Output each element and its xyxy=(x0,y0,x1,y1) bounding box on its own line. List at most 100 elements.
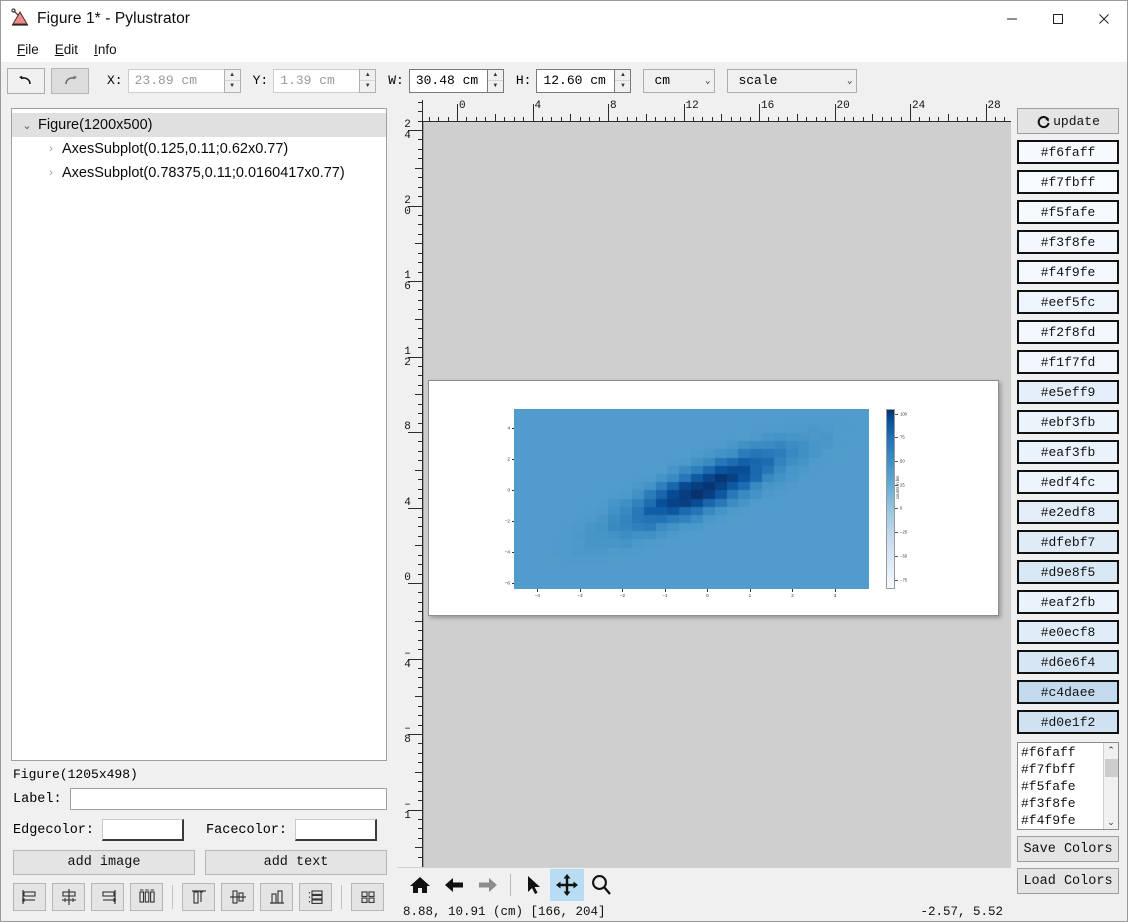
color-swatch-11[interactable]: #edf4fc xyxy=(1017,470,1119,494)
home-button[interactable] xyxy=(403,869,437,901)
grid-arrange-icon[interactable] xyxy=(351,883,384,911)
add-text-button[interactable]: add text xyxy=(205,850,387,875)
color-swatch-9[interactable]: #ebf3fb xyxy=(1017,410,1119,434)
color-swatch-6[interactable]: #f2f8fd xyxy=(1017,320,1119,344)
unit-select[interactable]: cm ⌄ xyxy=(643,68,716,93)
color-swatch-3[interactable]: #f3f8fe xyxy=(1017,230,1119,254)
toolbar-divider xyxy=(172,885,173,909)
y-spinbox[interactable]: 1.39 cm ▲ ▼ xyxy=(273,68,377,93)
y-spin-down[interactable]: ▼ xyxy=(360,81,375,92)
update-button[interactable]: update xyxy=(1017,108,1119,134)
color-swatch-14[interactable]: #d9e8f5 xyxy=(1017,560,1119,584)
matplotlib-figure[interactable]: −4 −3 −2 −1 0 1 2 3 4 2 0 −2 −4 −6 100 75 50 25 0 −25 −50 −7… xyxy=(428,380,999,616)
tree-item-axessubplot-2[interactable]: › AxesSubplot(0.78375,0.11;0.0160417x0.7… xyxy=(12,161,386,185)
zoom-button[interactable] xyxy=(584,869,618,901)
color-swatch-5[interactable]: #eef5fc xyxy=(1017,290,1119,314)
color-swatch-13[interactable]: #dfebf7 xyxy=(1017,530,1119,554)
distribute-horizontal-icon[interactable] xyxy=(130,883,163,911)
redo-button[interactable] xyxy=(51,67,89,94)
distribute-vertical-icon[interactable] xyxy=(299,883,332,911)
chevron-right-icon[interactable]: › xyxy=(40,167,62,179)
scroll-down-icon[interactable]: ⌄ xyxy=(1107,815,1115,829)
ruler-minor-tick xyxy=(415,469,423,471)
save-colors-button[interactable]: Save Colors xyxy=(1017,836,1119,862)
vertical-ruler[interactable]: 2 4 2 0 1 6 1 2 8 4 0–4–8–1 xyxy=(397,100,423,867)
x-spin-up[interactable]: ▲ xyxy=(224,70,240,81)
x-spinbox[interactable]: 23.89 cm ▲ ▼ xyxy=(127,68,241,93)
scrollbar-thumb[interactable] xyxy=(1104,759,1118,777)
back-button[interactable] xyxy=(437,869,471,901)
label-input[interactable] xyxy=(69,788,387,810)
select-button[interactable] xyxy=(516,869,550,901)
color-swatch-0[interactable]: #f6faff xyxy=(1017,140,1119,164)
saved-colors-list[interactable]: #f6faff #f7fbff #f5fafe #f3f8fe #f4f9fe ⌃ ⌄ xyxy=(1017,742,1119,830)
y-spin-buttons[interactable]: ▲ ▼ xyxy=(359,68,377,93)
w-spinbox[interactable]: 30.48 cm ▲ ▼ xyxy=(408,68,504,93)
x-spin-down[interactable]: ▼ xyxy=(225,81,240,92)
color-swatch-1[interactable]: #f7fbff xyxy=(1017,170,1119,194)
tree-item-axessubplot-1[interactable]: › AxesSubplot(0.125,0.11;0.62x0.77) xyxy=(12,137,386,161)
color-swatch-12[interactable]: #e2edf8 xyxy=(1017,500,1119,524)
align-bottom-icon[interactable] xyxy=(260,883,293,911)
w-spin-down[interactable]: ▼ xyxy=(488,81,503,92)
w-field-label: W: xyxy=(388,73,404,88)
align-right-icon[interactable] xyxy=(91,883,124,911)
color-swatch-17[interactable]: #d6e6f4 xyxy=(1017,650,1119,674)
saved-color-item-4[interactable]: #f4f9fe xyxy=(1021,812,1103,829)
colorbar-axes[interactable]: 100 75 50 25 0 −25 −50 −75 xyxy=(886,409,907,589)
chevron-right-icon[interactable]: › xyxy=(40,143,62,155)
maximize-button[interactable] xyxy=(1035,1,1081,37)
color-swatch-10[interactable]: #eaf3fb xyxy=(1017,440,1119,464)
color-swatch-15[interactable]: #eaf2fb xyxy=(1017,590,1119,614)
mode-select[interactable]: scale ⌄ xyxy=(727,68,858,93)
x-field-value[interactable]: 23.89 cm xyxy=(127,68,224,93)
h-spinbox[interactable]: 12.60 cm ▲ ▼ xyxy=(536,68,632,93)
figure-tree[interactable]: ⌄ Figure(1200x500) › AxesSubplot(0.125,0… xyxy=(11,108,387,761)
figure-canvas[interactable]: −4 −3 −2 −1 0 1 2 3 4 2 0 −2 −4 −6 100 75 50 25 0 −25 −50 −7… xyxy=(423,122,1011,867)
color-swatch-8[interactable]: #e5eff9 xyxy=(1017,380,1119,404)
h-spin-down[interactable]: ▼ xyxy=(615,81,630,92)
align-top-icon[interactable] xyxy=(182,883,215,911)
edgecolor-swatch[interactable] xyxy=(102,819,185,841)
saved-color-item-0[interactable]: #f6faff xyxy=(1021,744,1103,761)
pan-button[interactable] xyxy=(550,869,584,901)
h-spin-up[interactable]: ▲ xyxy=(615,70,631,81)
saved-color-item-3[interactable]: #f3f8fe xyxy=(1021,795,1103,812)
align-left-icon[interactable] xyxy=(13,883,46,911)
add-image-button[interactable]: add image xyxy=(13,850,195,875)
forward-button[interactable] xyxy=(471,869,505,901)
x-spin-buttons[interactable]: ▲ ▼ xyxy=(223,68,241,93)
y-spin-up[interactable]: ▲ xyxy=(360,70,376,81)
chevron-down-icon[interactable]: ⌄ xyxy=(16,119,38,132)
color-swatch-7[interactable]: #f1f7fd xyxy=(1017,350,1119,374)
hist2d-axes[interactable] xyxy=(514,409,869,589)
saved-colors-items[interactable]: #f6faff #f7fbff #f5fafe #f3f8fe #f4f9fe xyxy=(1018,743,1103,829)
color-swatch-2[interactable]: #f5fafe xyxy=(1017,200,1119,224)
minimize-button[interactable] xyxy=(989,1,1035,37)
color-swatch-4[interactable]: #f4f9fe xyxy=(1017,260,1119,284)
w-field-value[interactable]: 30.48 cm xyxy=(408,68,487,93)
color-swatch-19[interactable]: #d0e1f2 xyxy=(1017,710,1119,734)
menu-info[interactable]: Info xyxy=(86,40,125,59)
saved-color-item-1[interactable]: #f7fbff xyxy=(1021,761,1103,778)
saved-color-item-2[interactable]: #f5fafe xyxy=(1021,778,1103,795)
color-swatch-18[interactable]: #c4daee xyxy=(1017,680,1119,704)
color-swatch-16[interactable]: #e0ecf8 xyxy=(1017,620,1119,644)
h-spin-buttons[interactable]: ▲ ▼ xyxy=(614,68,632,93)
color-list-scrollbar[interactable]: ⌃ ⌄ xyxy=(1103,743,1118,829)
w-spin-buttons[interactable]: ▲ ▼ xyxy=(486,68,504,93)
y-field-value[interactable]: 1.39 cm xyxy=(273,68,360,93)
undo-button[interactable] xyxy=(7,67,45,94)
w-spin-up[interactable]: ▲ xyxy=(487,70,503,81)
load-colors-button[interactable]: Load Colors xyxy=(1017,868,1119,894)
scroll-up-icon[interactable]: ⌃ xyxy=(1107,743,1115,757)
align-center-horizontal-icon[interactable] xyxy=(52,883,85,911)
close-button[interactable] xyxy=(1081,1,1127,37)
tree-item-figure[interactable]: ⌄ Figure(1200x500) xyxy=(12,113,386,137)
horizontal-ruler[interactable]: 0 4 8 12 16 20 24 28 xyxy=(423,100,1011,122)
menu-edit[interactable]: Edit xyxy=(47,40,86,59)
align-center-vertical-icon[interactable] xyxy=(221,883,254,911)
menu-file[interactable]: File xyxy=(9,40,47,59)
h-field-value[interactable]: 12.60 cm xyxy=(536,68,615,93)
facecolor-swatch[interactable] xyxy=(295,819,378,841)
